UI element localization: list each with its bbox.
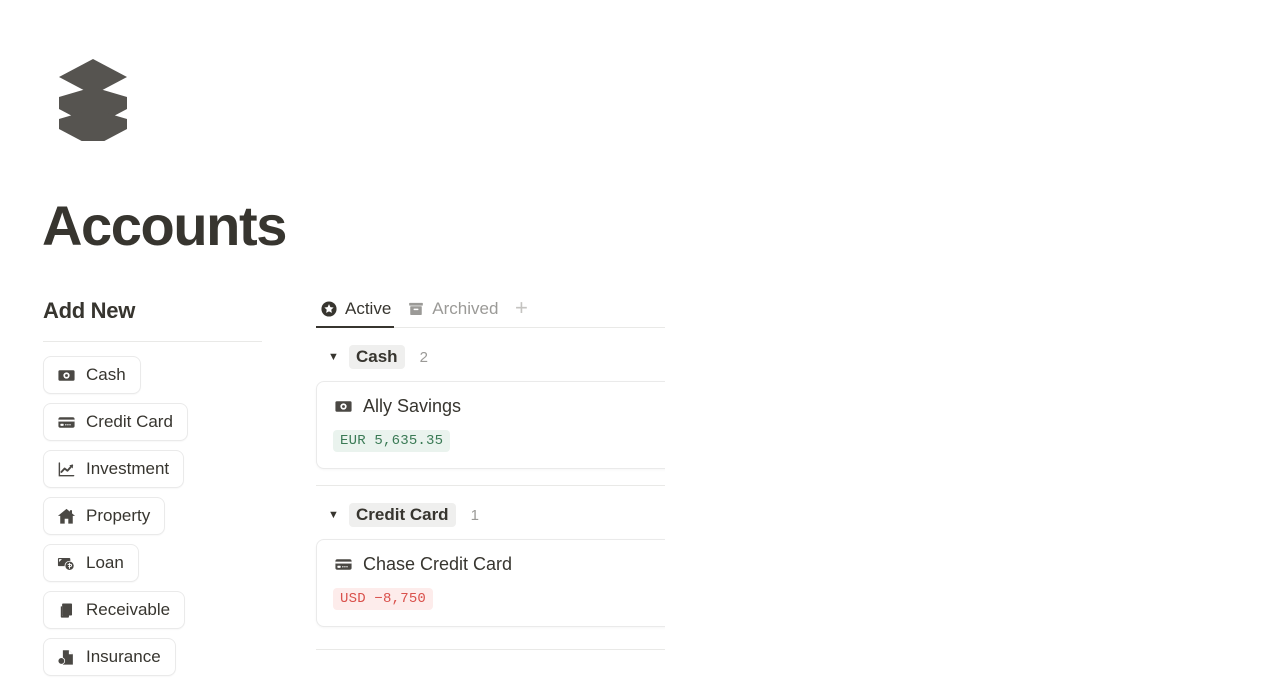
tab-label: Archived [432,299,499,318]
credit-card-icon [333,555,353,575]
add-insurance-button[interactable]: Insurance [43,638,176,676]
line-chart-icon [56,459,76,479]
accounts-content: Active Archived + ▼ Cash 2 Ally Savings … [316,290,665,650]
money-coin-icon [56,553,76,573]
account-name: Chase Credit Card [363,554,513,574]
archive-box-icon [406,300,425,319]
chevron-down-icon[interactable]: ▼ [328,351,340,363]
add-loan-button[interactable]: Loan [43,544,139,582]
account-card[interactable]: Chase Credit Card USD −8,750 [316,539,665,627]
tab-active[interactable]: Active [316,299,403,328]
group-header[interactable]: ▼ Cash 2 [316,328,665,381]
button-label: Credit Card [86,412,173,431]
account-type-button-list: Cash Credit Card Investment Property Loa… [43,356,262,676]
account-name: Ally Savings [363,396,462,416]
stacked-documents-icon [56,600,76,620]
house-icon [56,506,76,526]
transactions-panel: Transactions Add New Income [665,0,1280,686]
star-circle-icon [319,300,338,319]
add-property-button[interactable]: Property [43,497,166,535]
balance-amount: −8,750 [374,591,427,607]
add-cash-button[interactable]: Cash [43,356,141,394]
chevron-down-icon[interactable]: ▼ [328,509,340,521]
currency-code: USD [340,591,366,607]
banknote-icon [56,365,76,385]
tab-label: Active [345,299,392,318]
tab-archived[interactable]: Archived [403,299,510,328]
banknote-icon [333,397,353,417]
button-label: Loan [86,553,124,572]
account-card[interactable]: Ally Savings EUR 5,635.35 [316,381,665,469]
accounts-tabbar: Active Archived + [316,290,665,328]
group-name: Credit Card [349,503,456,527]
divider [316,649,665,650]
accounts-add-new-section: Add New Cash Credit Card Investment Prop… [43,298,262,676]
add-credit-card-button[interactable]: Credit Card [43,403,188,441]
account-balance-badge: USD −8,750 [333,588,434,610]
group-count: 2 [419,348,428,366]
account-group-cash: ▼ Cash 2 Ally Savings EUR 5,635.35 [316,328,665,486]
add-new-heading: Add New [43,298,136,323]
add-investment-button[interactable]: Investment [43,450,185,488]
credit-card-icon [56,412,76,432]
button-label: Cash [86,365,126,384]
add-tab-button[interactable]: + [510,297,532,319]
button-label: Insurance [86,647,161,666]
button-label: Property [86,506,151,525]
layers-stack-icon [58,57,128,147]
page-title: Accounts [42,194,287,257]
currency-code: EUR [340,433,366,449]
accounts-panel: Accounts Add New Cash Credit Card Invest… [0,0,665,686]
button-label: Receivable [86,600,171,619]
account-group-credit-card: ▼ Credit Card 1 Chase Credit Card USD −8… [316,486,665,650]
group-name: Cash [349,345,405,369]
balance-amount: 5,635.35 [374,433,444,449]
shield-document-icon [56,647,76,667]
account-balance-badge: EUR 5,635.35 [333,430,451,452]
divider [43,341,262,342]
button-label: Investment [86,459,170,478]
group-header[interactable]: ▼ Credit Card 1 [316,486,665,539]
app-root: Accounts Add New Cash Credit Card Invest… [0,0,1280,686]
group-count: 1 [470,506,479,524]
add-receivable-button[interactable]: Receivable [43,591,186,629]
